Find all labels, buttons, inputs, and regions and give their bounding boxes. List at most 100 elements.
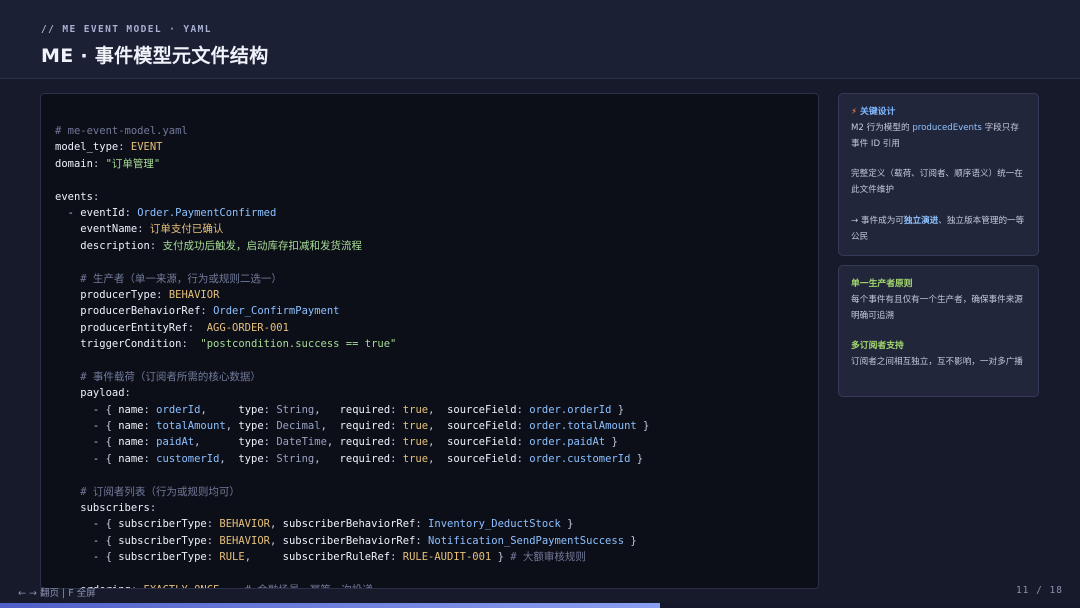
- code-line: model_type: EVENT: [55, 139, 649, 155]
- code-line: eventName: 订单支付已确认: [55, 221, 649, 237]
- code-token: :: [263, 452, 277, 465]
- code-token: AGG-ORDER-001: [206, 321, 289, 334]
- code-token: true: [402, 436, 429, 449]
- code-token: }: [611, 403, 625, 416]
- code-token: :: [390, 420, 403, 433]
- code-token: "订单管理": [105, 157, 161, 170]
- code-token: order.orderId: [529, 403, 612, 416]
- code-token: ,: [194, 436, 239, 449]
- code-token: # 大额审核规则: [510, 551, 586, 564]
- code-token: :: [143, 452, 157, 465]
- code-token: type: [238, 403, 264, 416]
- code-token: :: [200, 305, 214, 318]
- code-token: ,: [428, 452, 448, 465]
- code-token: BEHAVIOR: [168, 288, 220, 301]
- code-line: - { subscriberType: BEHAVIOR, subscriber…: [55, 516, 649, 532]
- code-token: :: [143, 403, 157, 416]
- code-token: customerId: [156, 452, 220, 465]
- code-line: # 订阅者列表（行为或规则均可）: [55, 484, 649, 500]
- code-line: - { name: customerId, type: String, requ…: [55, 451, 649, 467]
- code-token: ,: [314, 452, 340, 465]
- code-token: - {: [55, 518, 119, 531]
- code-token: producerType: [55, 288, 157, 301]
- code-token: ,: [225, 420, 239, 433]
- code-line: ordering: EXACTLY_ONCE # 金融场景，幂等一次投递: [55, 582, 649, 588]
- card-paragraph: 完整定义（载荷、订阅者、顺序语义）统一在此文件维护: [851, 169, 1023, 196]
- code-token: :: [156, 288, 169, 301]
- code-token: :: [390, 551, 403, 564]
- code-line: # me-event-model.yaml: [55, 123, 649, 139]
- code-token: :: [143, 436, 157, 449]
- code-line: - { name: orderId, type: String, require…: [55, 402, 649, 418]
- code-token: :: [390, 436, 403, 449]
- code-token: true: [402, 403, 429, 416]
- code-token: :: [206, 551, 220, 564]
- code-token: Decimal: [276, 420, 321, 433]
- code-token: required: [339, 420, 391, 433]
- code-token: "postcondition.success == true": [200, 338, 397, 351]
- code-token: description: [55, 239, 150, 252]
- code-token: order.totalAmount: [529, 420, 637, 433]
- code-line: events:: [55, 189, 649, 205]
- code-token: BEHAVIOR: [219, 534, 270, 547]
- code-token: name: [118, 436, 144, 449]
- code-token: 订单支付已确认: [149, 223, 224, 236]
- code-token: :: [124, 206, 138, 219]
- code-line: producerEntityRef: AGG-ORDER-001: [55, 320, 649, 336]
- code-token: order.paidAt: [529, 436, 606, 449]
- code-token: subscriberType: [118, 518, 207, 531]
- code-token: String: [276, 403, 315, 416]
- code-line: payload:: [55, 385, 649, 401]
- progress-bar: [0, 603, 1080, 608]
- code-token: required: [339, 436, 391, 449]
- code-token: # 生产者（单一来源，行为或规则二选一）: [55, 272, 282, 285]
- code-token: subscriberRuleRef: [282, 551, 391, 564]
- code-token: # 订阅者列表（行为或规则均可）: [55, 485, 240, 498]
- code-token: EXACTLY_ONCE: [144, 584, 220, 588]
- card-paragraph: 订阅者之间相互独立，互不影响，一对多广播: [851, 357, 1023, 368]
- code-token: }: [491, 551, 511, 564]
- code-token: # 事件载荷（订阅者所需的核心数据）: [55, 370, 261, 383]
- code-token: ,: [428, 403, 448, 416]
- code-token: subscriberBehaviorRef: [282, 534, 416, 547]
- code-token: ,: [244, 551, 283, 564]
- code-token: ,: [200, 403, 239, 416]
- card-paragraph: 每个事件有且仅有一个生产者，确保事件来源明确可追溯: [851, 294, 1023, 321]
- lightning-icon: ⚡: [851, 107, 858, 117]
- code-token: :: [415, 534, 429, 547]
- code-line: # 生产者（单一来源，行为或规则二选一）: [55, 271, 649, 287]
- principles-card: 单一生产者原则 每个事件有且仅有一个生产者，确保事件来源明确可追溯 多订阅者支持…: [838, 265, 1039, 397]
- page-counter: 11 / 18: [1015, 585, 1063, 596]
- code-token: :: [263, 403, 277, 416]
- code-token: :: [516, 420, 530, 433]
- code-token: }: [605, 436, 618, 449]
- code-token: :: [263, 436, 277, 449]
- code-token: Order.PaymentConfirmed: [137, 206, 277, 219]
- code-token: triggerCondition: [55, 338, 182, 351]
- code-token: events: [55, 190, 93, 203]
- code-token: ,: [326, 436, 340, 449]
- code-token: true: [402, 452, 429, 465]
- code-token: sourceField: [447, 436, 517, 449]
- code-line: domain: "订单管理": [55, 156, 649, 172]
- code-token: :: [516, 452, 530, 465]
- code-token: RULE-AUDIT-001: [402, 551, 492, 564]
- code-token: - {: [55, 403, 119, 416]
- code-token: - {: [55, 534, 119, 547]
- code-token: :: [263, 420, 277, 433]
- code-line: # 事件载荷（订阅者所需的核心数据）: [55, 369, 649, 385]
- code-token: payload: [55, 387, 125, 400]
- yaml-code-block: # me-event-model.yaml model_type: EVENT do…: [55, 123, 649, 588]
- code-token: :: [143, 420, 157, 433]
- code-token: EVENT: [130, 141, 163, 154]
- code-token: name: [118, 420, 144, 433]
- code-token: subscriberBehaviorRef: [282, 518, 416, 531]
- code-token: Order_ConfirmPayment: [213, 305, 340, 318]
- code-token: order.customerId: [529, 452, 631, 465]
